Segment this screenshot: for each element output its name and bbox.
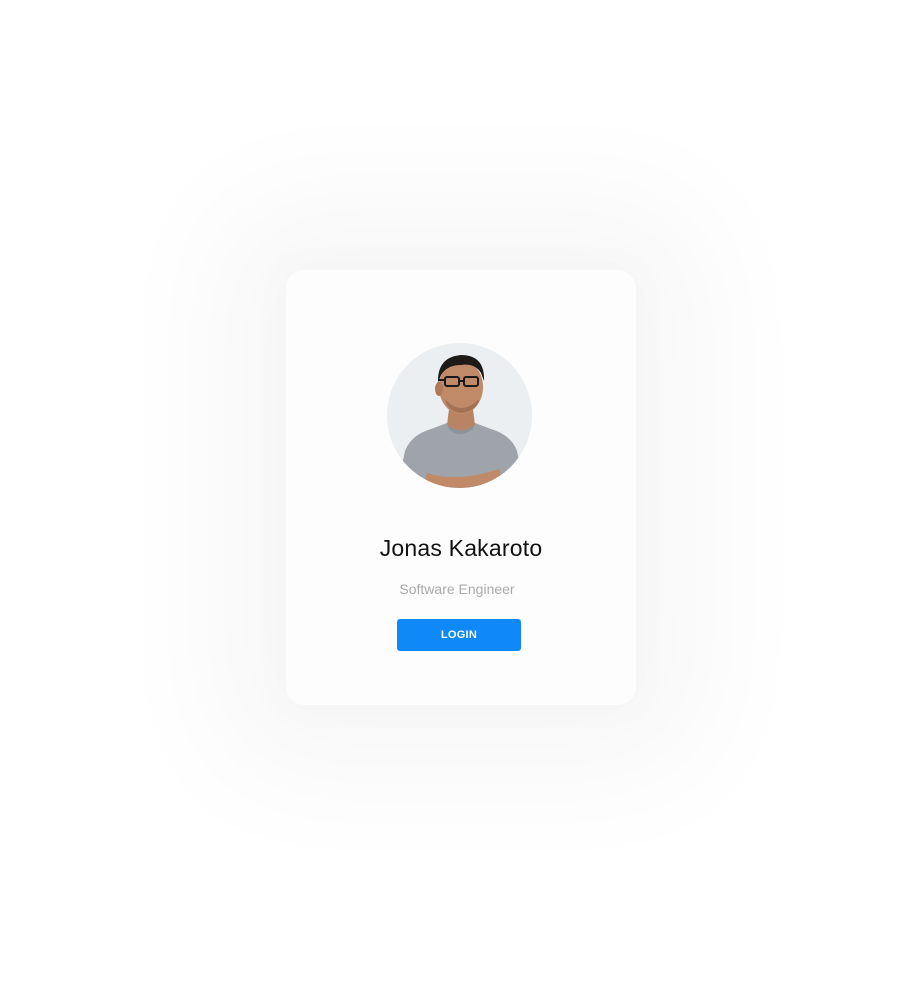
- login-button[interactable]: LOGIN: [397, 619, 521, 651]
- profile-name: Jonas Kakaroto: [379, 535, 543, 561]
- avatar: [387, 343, 532, 488]
- user-photo-icon: [387, 343, 532, 488]
- profile-card: Jonas Kakaroto Software Engineer LOGIN: [286, 270, 636, 705]
- profile-role: Software Engineer: [399, 581, 515, 597]
- page: Jonas Kakaroto Software Engineer LOGIN: [0, 0, 917, 1003]
